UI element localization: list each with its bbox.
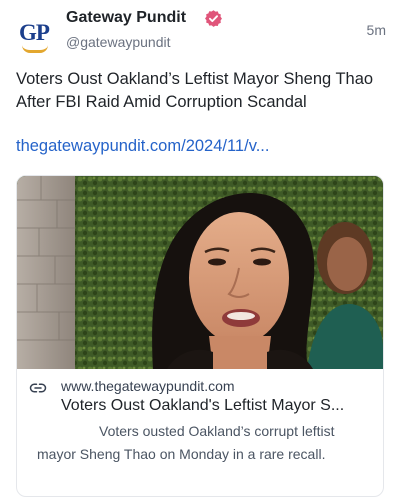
post[interactable]: GP Gateway Pundit @gatewaypundit 5m Vote… [0,0,400,500]
link-card-image[interactable] [17,176,383,369]
avatar-text: GP [19,20,50,45]
link-card-domain: www.thegatewaypundit.com [61,378,235,394]
link-card-title[interactable]: Voters Oust Oakland's Leftist Mayor S... [61,397,377,415]
link-card-description: Voters ousted Oakland’s corrupt leftist … [37,423,335,462]
post-timestamp[interactable]: 5m [367,22,386,38]
verified-badge-icon [205,10,222,27]
post-text: Voters Oust Oakland’s Leftist Mayor Shen… [16,70,374,111]
link-icon [29,383,47,393]
post-header: GP Gateway Pundit @gatewaypundit 5m [16,8,386,58]
post-link[interactable]: thegatewaypundit.com/2024/11/v... [16,137,269,156]
link-card[interactable]: www.thegatewaypundit.com Voters Oust Oak… [16,175,384,497]
avatar-swoosh [22,45,48,53]
author-handle[interactable]: @gatewaypundit [66,34,171,50]
photo-of-woman-speaking [17,176,383,369]
link-card-meta: www.thegatewaypundit.com Voters Oust Oak… [17,369,383,496]
avatar[interactable]: GP [16,14,56,54]
author-display-name[interactable]: Gateway Pundit [66,9,186,27]
